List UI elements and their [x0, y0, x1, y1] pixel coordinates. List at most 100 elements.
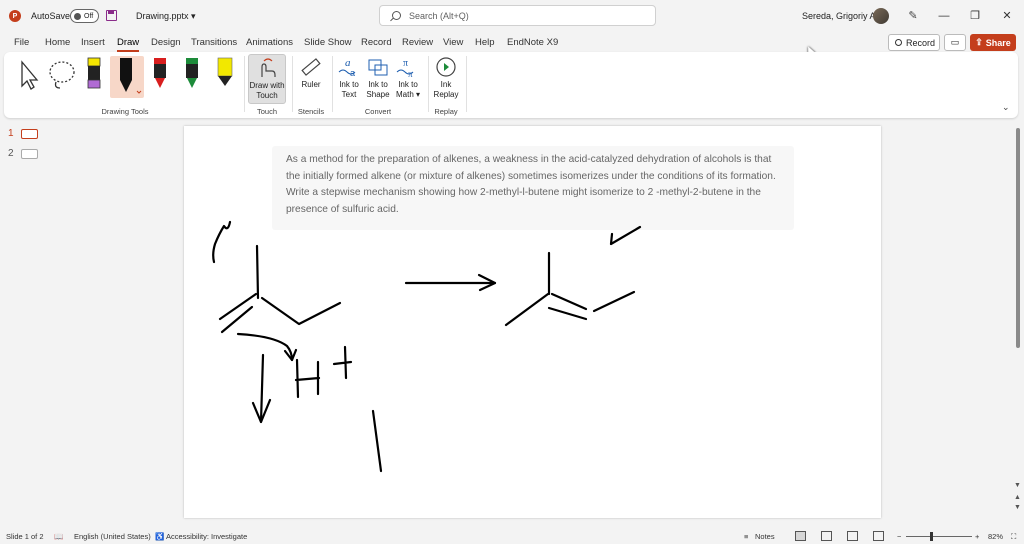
ink-replay-label-2: Replay	[433, 90, 459, 99]
share-label: Share	[985, 37, 1011, 48]
ink-stroke-curved-arrow	[236, 332, 294, 362]
svg-text:a: a	[350, 68, 355, 78]
ink-to-text-label-2: Text	[341, 90, 357, 99]
ink-replay-label-1: Ink	[440, 80, 452, 89]
ink-stroke-line	[371, 409, 383, 473]
tab-view[interactable]: View	[443, 37, 463, 48]
notes-icon[interactable]: ≡	[744, 532, 748, 541]
ruler-label[interactable]: Ruler	[296, 80, 326, 90]
save-icon[interactable]	[106, 10, 117, 21]
ink-to-math-icon[interactable]: π π	[395, 56, 419, 78]
minimize-button[interactable]: —	[935, 7, 953, 25]
ruler-icon[interactable]	[299, 56, 323, 78]
comments-button[interactable]: ▭	[944, 34, 966, 51]
group-drawing-tools: Drawing Tools	[101, 107, 149, 116]
svg-text:π: π	[403, 58, 408, 69]
tab-animations[interactable]: Animations	[246, 37, 293, 48]
eraser-highlighter-icon[interactable]	[87, 57, 101, 89]
tab-design[interactable]: Design	[151, 37, 181, 48]
language-indicator[interactable]: English (United States)	[74, 532, 151, 541]
accessibility-status[interactable]: Accessibility: Investigate	[166, 532, 247, 541]
slide-sorter-icon[interactable]	[821, 531, 832, 541]
search-icon	[392, 11, 401, 20]
collapse-ribbon-icon[interactable]: ⌄	[1002, 102, 1010, 113]
search-placeholder: Search (Alt+Q)	[409, 10, 469, 21]
ribbon-separator	[466, 56, 467, 112]
title-bar: P AutoSave Off Drawing.pptx ▾ Search (Al…	[0, 0, 1024, 32]
record-label: Record	[906, 37, 936, 48]
scrollbar-thumb[interactable]	[1016, 128, 1020, 348]
tab-file[interactable]: File	[14, 37, 29, 48]
fit-slide-icon[interactable]: ⛶	[1011, 532, 1016, 542]
tab-slide-show[interactable]: Slide Show	[304, 37, 352, 48]
tab-home[interactable]: Home	[45, 37, 70, 48]
search-box[interactable]: Search (Alt+Q)	[379, 5, 656, 26]
draw-with-touch-label-2: Touch	[256, 91, 278, 100]
ink-to-text-icon[interactable]: a a	[337, 56, 361, 78]
ink-stroke-bond	[547, 306, 588, 321]
document-filename[interactable]: Drawing.pptx ▾	[136, 11, 196, 22]
notes-button[interactable]: Notes	[755, 532, 775, 541]
avatar[interactable]	[873, 8, 889, 24]
user-name[interactable]: Sereda, Grigoriy A	[802, 11, 876, 21]
tab-draw[interactable]: Draw	[117, 37, 140, 52]
draw-with-touch-label-1: Draw with	[249, 81, 285, 90]
slide-number-1: 1	[8, 128, 14, 139]
tab-endnote[interactable]: EndNote X9	[507, 37, 558, 48]
autosave-toggle[interactable]: Off	[70, 9, 99, 23]
vertical-scrollbar[interactable]: ▼ ▲ ▼	[1013, 122, 1023, 518]
ink-replay-icon[interactable]	[434, 56, 458, 78]
slide-thumbnail-1[interactable]	[21, 129, 38, 139]
select-arrow-icon[interactable]	[21, 60, 39, 90]
spellcheck-icon[interactable]: 📖	[54, 532, 63, 541]
previous-slide-icon[interactable]: ▲	[1014, 494, 1021, 501]
ink-to-shape-icon[interactable]	[366, 56, 390, 78]
comment-icon: ▭	[950, 37, 960, 47]
ink-stroke-bond	[260, 296, 342, 326]
ribbon-separator	[292, 56, 293, 112]
share-button[interactable]: ⇪ Share	[970, 34, 1016, 51]
group-stencils: Stencils	[297, 107, 325, 116]
tab-help[interactable]: Help	[475, 37, 495, 48]
ink-stroke-bond	[220, 305, 254, 334]
ink-stroke-bond	[592, 290, 636, 313]
pen-green-icon[interactable]	[186, 58, 198, 88]
drawing-tools-svg	[21, 56, 233, 98]
ribbon-draw: Drawing Tools Draw with Touch Touch Rule…	[4, 52, 1018, 118]
scroll-down-icon[interactable]: ▼	[1014, 482, 1021, 489]
chevron-down-icon: ▾	[191, 11, 196, 21]
zoom-slider-handle[interactable]	[930, 532, 933, 541]
filename-text: Drawing.pptx	[136, 11, 189, 21]
restore-button[interactable]: ❐	[966, 7, 984, 25]
next-slide-icon[interactable]: ▼	[1014, 504, 1021, 511]
pen-red-icon[interactable]	[154, 58, 166, 88]
tab-transitions[interactable]: Transitions	[191, 37, 237, 48]
autosave-label: AutoSave	[31, 11, 71, 21]
tab-record[interactable]: Record	[361, 37, 392, 48]
zoom-level[interactable]: 82%	[988, 532, 1003, 541]
normal-view-icon[interactable]	[795, 531, 806, 541]
slide-canvas[interactable]: As a method for the preparation of alken…	[184, 126, 881, 518]
slideshow-icon[interactable]	[873, 531, 884, 541]
record-button[interactable]: Record	[888, 34, 940, 51]
ink-to-shape-label-1: Ink to	[368, 80, 388, 89]
ink-stroke-bond	[218, 292, 258, 321]
zoom-out-icon[interactable]: −	[897, 532, 901, 541]
lasso-select-icon[interactable]	[49, 61, 75, 89]
zoom-in-icon[interactable]: +	[975, 532, 979, 541]
draw-with-touch-button[interactable]: Draw with Touch	[248, 54, 286, 104]
autosave-state: Off	[84, 12, 94, 20]
reading-view-icon[interactable]	[847, 531, 858, 541]
highlighter-yellow-icon[interactable]	[217, 57, 233, 86]
accessibility-icon[interactable]: ♿	[155, 532, 164, 541]
zoom-slider[interactable]	[906, 536, 972, 537]
pen-icon[interactable]: ✎	[906, 9, 920, 23]
tab-review[interactable]: Review	[402, 37, 433, 48]
slide-thumbnail-2[interactable]	[21, 149, 38, 159]
group-touch: Touch	[256, 107, 277, 116]
ink-stroke-check-right	[609, 225, 642, 246]
tab-insert[interactable]: Insert	[81, 37, 105, 48]
ink-to-text-label-1: Ink to	[339, 80, 359, 89]
close-button[interactable]: ✕	[998, 7, 1016, 25]
group-replay: Replay	[434, 107, 458, 116]
